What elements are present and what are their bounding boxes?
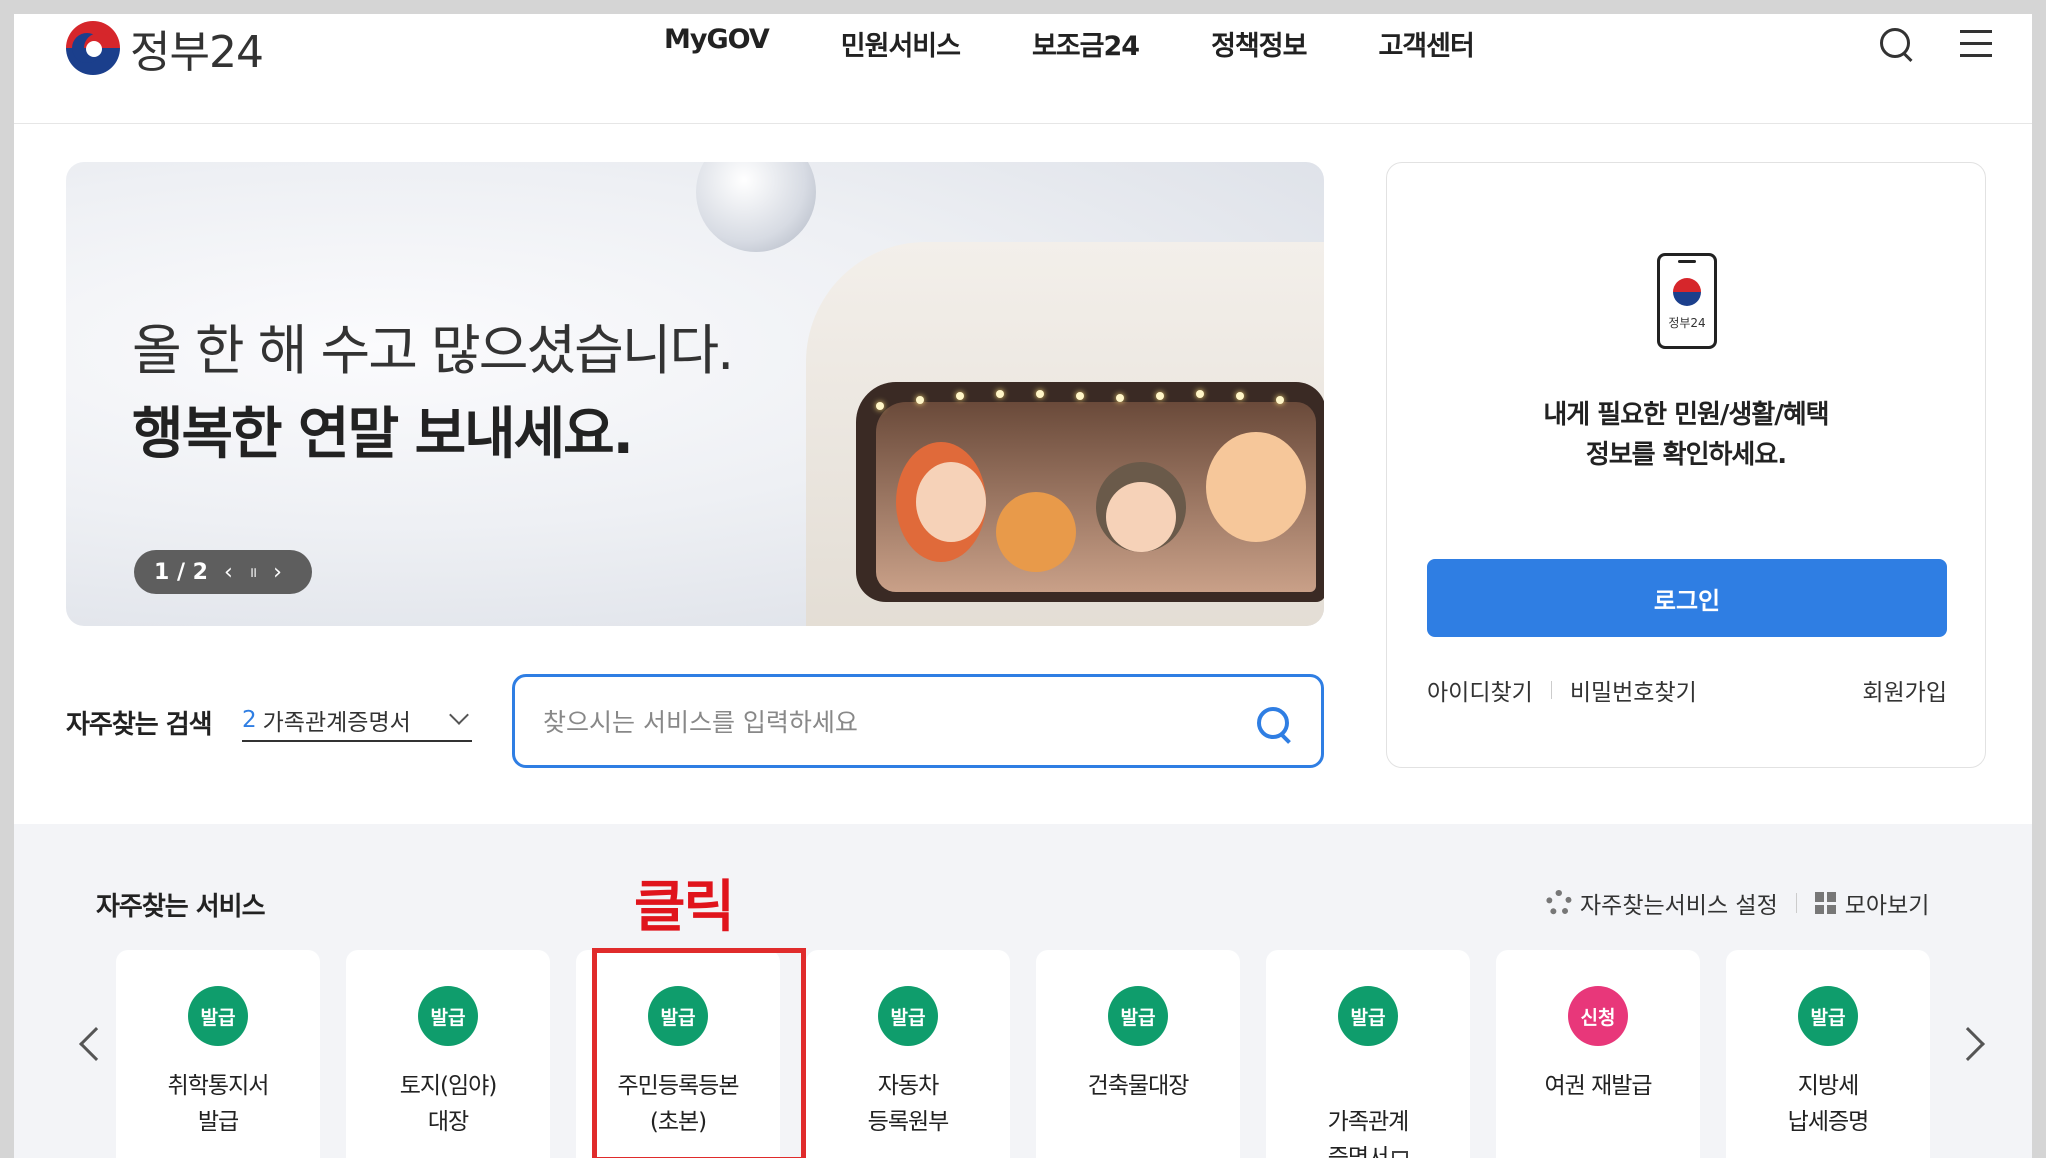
nav-item-subsidy24[interactable]: 보조금24	[1032, 24, 1140, 63]
pause-icon[interactable]: ॥	[249, 563, 257, 582]
quick-search-rank: 2	[242, 707, 257, 733]
service-card-label: 지방세 납세증명	[1787, 1073, 1870, 1135]
gear-icon	[1546, 890, 1572, 916]
service-search-input[interactable]	[543, 699, 1243, 745]
service-card-label: 주민등록등본 (초본)	[617, 1073, 740, 1135]
frequent-services-title: 자주찾는 서비스	[96, 892, 265, 922]
banner-text: 올 한 해 수고 많으셨습니다. 행복한 연말 보내세요.	[132, 306, 734, 470]
nav-item-customer-center[interactable]: 고객센터	[1378, 24, 1474, 63]
next-slide-icon[interactable]: ›	[273, 560, 282, 585]
banner-pager: 1 / 2	[154, 559, 208, 585]
divider	[1550, 681, 1552, 699]
service-card-label: 취학통지서 발급	[167, 1073, 270, 1135]
login-button[interactable]: 로그인	[1427, 559, 1947, 637]
service-card-label: 자동차 등록원부	[867, 1073, 950, 1135]
issue-badge: 발급	[188, 986, 248, 1046]
service-card-label: 가족관계 증명서	[1266, 1068, 1470, 1158]
moon-illustration	[696, 162, 816, 252]
banner-slider-controls: 1 / 2 ‹ ॥ ›	[134, 550, 312, 594]
service-search-box	[512, 674, 1324, 768]
carousel-prev-icon[interactable]	[79, 1027, 113, 1061]
service-card-label: 토지(임야) 대장	[399, 1073, 498, 1135]
search-submit-icon[interactable]	[1255, 705, 1295, 745]
string-lights-illustration	[866, 382, 1324, 412]
quick-search-dropdown[interactable]: 2 가족관계증명서	[242, 700, 472, 742]
service-card-resident-registration[interactable]: 발급 주민등록등본 (초본)	[576, 950, 780, 1158]
banner-subheadline: 행복한 연말 보내세요.	[132, 402, 634, 467]
family-illustration	[876, 402, 1316, 592]
login-links: 아이디찾기 비밀번호찾기 회원가입	[1427, 673, 1947, 707]
find-id-link[interactable]: 아이디찾기	[1427, 673, 1533, 707]
main-nav: MyGOV 민원서비스 보조금24 정책정보 고객센터	[664, 24, 1546, 63]
services-toolbar: 자주찾는서비스 설정 모아보기	[1546, 886, 1929, 920]
prev-slide-icon[interactable]: ‹	[224, 560, 233, 585]
grid-icon	[1814, 892, 1837, 914]
issue-badge: 발급	[1798, 986, 1858, 1046]
signup-link[interactable]: 회원가입	[1862, 673, 1947, 707]
issue-badge: 발급	[1108, 986, 1168, 1046]
search-icon[interactable]	[1876, 24, 1916, 64]
hamburger-menu-icon[interactable]	[1956, 24, 1996, 64]
browser-frame: 정부24 MyGOV 민원서비스 보조금24 정책정보 고객센터 올 한 해 수…	[14, 14, 2032, 1158]
divider	[1795, 893, 1797, 913]
service-card-local-tax-certificate[interactable]: 발급 지방세 납세증명	[1726, 950, 1930, 1158]
logo-text: 정부24	[130, 27, 264, 78]
issue-badge: 발급	[1338, 986, 1398, 1046]
mobile-app-icon: 정부24	[1657, 253, 1717, 349]
service-card-school-notice[interactable]: 발급 취학통지서 발급	[116, 950, 320, 1158]
click-annotation: 클릭	[634, 875, 735, 940]
login-panel: 정부24 내게 필요한 민원/생활/혜택 정보를 확인하세요. 로그인 아이디찾…	[1386, 162, 1986, 768]
issue-badge: 발급	[648, 986, 708, 1046]
nav-item-policy-info[interactable]: 정책정보	[1211, 24, 1307, 63]
chevron-down-icon	[449, 705, 469, 725]
service-card-passport-reissue[interactable]: 신청 여권 재발급	[1496, 950, 1700, 1158]
taegeuk-logo-icon	[66, 21, 120, 75]
external-link-icon	[1392, 1150, 1409, 1158]
view-all-link[interactable]: 모아보기	[1845, 886, 1930, 920]
service-cards: 발급 취학통지서 발급 발급 토지(임야) 대장 발급 주민등록등본 (초본) …	[116, 950, 1930, 1158]
apply-badge: 신청	[1568, 986, 1628, 1046]
quick-search-value: 가족관계증명서	[262, 710, 411, 736]
service-card-label: 건축물대장	[1087, 1073, 1190, 1099]
frequent-services-section: 자주찾는 서비스 클릭 자주찾는서비스 설정 모아보기 발급 취학통지서 발급 …	[14, 824, 2032, 1158]
find-password-link[interactable]: 비밀번호찾기	[1570, 673, 1697, 707]
banner-headline: 올 한 해 수고 많으셨습니다.	[132, 319, 734, 382]
services-settings-link[interactable]: 자주찾는서비스 설정	[1580, 886, 1778, 920]
nav-item-mygov[interactable]: MyGOV	[664, 24, 770, 63]
quick-search-title: 자주찾는 검색	[66, 710, 213, 740]
nav-item-civil-service[interactable]: 민원서비스	[841, 24, 961, 63]
carousel-next-icon[interactable]	[1951, 1027, 1985, 1061]
login-message: 내게 필요한 민원/생활/혜택 정보를 확인하세요.	[1543, 400, 1829, 470]
header-icons	[1876, 24, 1996, 64]
site-logo[interactable]: 정부24	[66, 16, 264, 80]
service-card-vehicle-register[interactable]: 발급 자동차 등록원부	[806, 950, 1010, 1158]
site-header: 정부24 MyGOV 민원서비스 보조금24 정책정보 고객센터	[14, 14, 2032, 124]
service-card-label: 여권 재발급	[1544, 1073, 1652, 1099]
issue-badge: 발급	[418, 986, 478, 1046]
hero-banner[interactable]: 올 한 해 수고 많으셨습니다. 행복한 연말 보내세요. 1 / 2 ‹ ॥ …	[66, 162, 1324, 626]
issue-badge: 발급	[878, 986, 938, 1046]
service-card-land-register[interactable]: 발급 토지(임야) 대장	[346, 950, 550, 1158]
service-card-building-register[interactable]: 발급 건축물대장	[1036, 950, 1240, 1158]
service-card-family-certificate[interactable]: 발급 가족관계 증명서	[1266, 950, 1470, 1158]
